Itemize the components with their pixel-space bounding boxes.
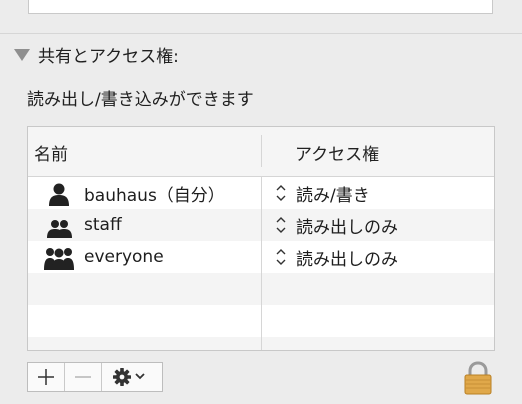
access-cell[interactable]: 読み出しのみ <box>262 209 494 241</box>
plus-icon <box>38 369 54 385</box>
column-header-name[interactable]: 名前 <box>34 140 68 165</box>
section-title: 共有とアクセス権: <box>38 46 179 67</box>
action-menu-button[interactable] <box>102 363 162 391</box>
row-access-value: 読み出しのみ <box>296 249 398 270</box>
name-cell: bauhaus（自分） <box>28 177 261 209</box>
sharing-permissions-header[interactable]: 共有とアクセス権: <box>14 42 179 67</box>
row-name-label: staff <box>84 215 122 235</box>
popup-stepper-icon[interactable] <box>274 214 288 236</box>
table-header: 名前 アクセス権 <box>28 127 494 177</box>
minus-icon <box>75 376 91 378</box>
remove-user-button[interactable] <box>65 363 102 391</box>
name-cell: staff <box>28 209 261 241</box>
column-separator <box>261 135 262 167</box>
popup-stepper-icon[interactable] <box>274 246 288 268</box>
add-user-button[interactable] <box>28 363 65 391</box>
gear-icon <box>113 368 145 386</box>
row-name-label: bauhaus（自分） <box>84 185 225 206</box>
permissions-table: 名前 アクセス権 bauhaus（自分） 読み/書き staff 読み出しのみ … <box>27 126 495 351</box>
group-icon <box>42 212 76 238</box>
single-user-icon <box>42 180 76 206</box>
section-divider <box>0 33 522 34</box>
everyone-icon <box>42 244 76 270</box>
access-cell[interactable]: 読み/書き <box>262 177 494 209</box>
access-cell[interactable]: 読み出しのみ <box>262 241 494 273</box>
row-access-value: 読み出しのみ <box>296 217 398 238</box>
row-access-value: 読み/書き <box>296 185 370 206</box>
permission-status-text: 読み出し/書き込みができます <box>27 90 254 110</box>
row-name-label: everyone <box>84 247 164 267</box>
column-header-access[interactable]: アクセス権 <box>295 140 379 165</box>
name-cell: everyone <box>28 241 261 273</box>
disclosure-triangle-icon[interactable] <box>14 49 30 61</box>
popup-stepper-icon[interactable] <box>274 182 288 204</box>
lock-icon[interactable] <box>462 360 494 396</box>
permissions-toolbar <box>27 362 163 392</box>
column-divider <box>261 176 262 350</box>
previous-section-panel <box>28 0 493 14</box>
